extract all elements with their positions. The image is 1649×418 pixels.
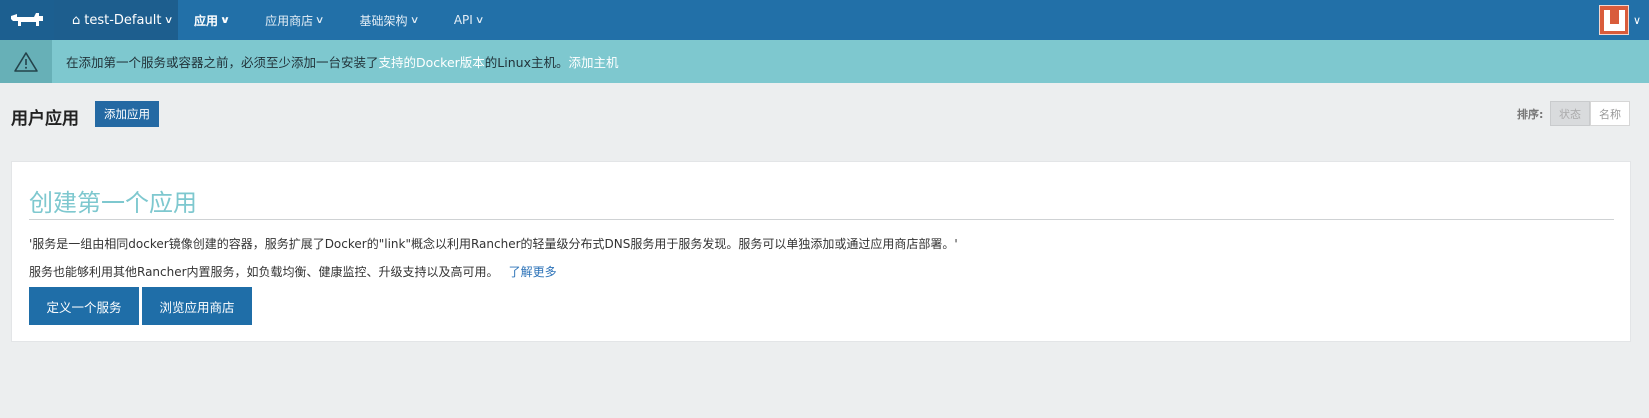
nav-item-apps[interactable]: 应用 ∨ [178, 0, 249, 40]
description-text: '服务是一组由相同docker镜像创建的容器，服务扩展了Docker的"link… [29, 237, 958, 251]
card-title: 创建第一个应用 [29, 189, 197, 217]
alert-text: 在添加第一个服务或容器之前，必须至少添加一台安装了 [66, 55, 379, 70]
sort-toggle: 状态 名称 [1550, 101, 1630, 126]
sort-by-state-button[interactable]: 状态 [1550, 101, 1590, 126]
chevron-down-icon: ∨ [474, 14, 485, 26]
divider [29, 219, 1614, 220]
add-host-link[interactable]: 添加主机 [568, 55, 618, 70]
define-service-button[interactable]: 定义一个服务 [29, 287, 139, 325]
chevron-down-icon: ∨ [1632, 13, 1641, 27]
empty-state-card: 创建第一个应用 '服务是一组由相同docker镜像创建的容器，服务扩展了Dock… [11, 161, 1631, 342]
nav-item-label: 应用商店 [265, 13, 314, 28]
avatar[interactable] [1598, 5, 1629, 35]
nav-item-infrastructure[interactable]: 基础架构 ∨ [343, 0, 437, 40]
environment-selector[interactable]: ⌂ test-Default ∨ [54, 0, 178, 40]
rancher-logo[interactable] [0, 0, 54, 40]
nav-item-label: 基础架构 [359, 13, 408, 28]
sort-label: 排序: [1517, 108, 1544, 121]
main-menu: 应用 ∨ 应用商店 ∨ 基础架构 ∨ API ∨ [178, 0, 503, 40]
home-icon: ⌂ [72, 12, 81, 28]
nav-item-label: 应用 [194, 13, 219, 28]
description-text-2: 服务也能够利用其他Rancher内置服务，如负载均衡、健康监控、升级支持以及高可… [29, 263, 557, 280]
top-navbar: ⌂ test-Default ∨ 应用 ∨ 应用商店 ∨ 基础架构 ∨ API … [0, 0, 1649, 40]
nav-item-label: API [453, 13, 473, 27]
user-menu[interactable]: ∨ [1598, 0, 1649, 40]
nav-item-api[interactable]: API ∨ [438, 0, 503, 40]
nav-item-catalog[interactable]: 应用商店 ∨ [249, 0, 343, 40]
supported-docker-link[interactable]: 支持的Docker版本 [379, 55, 485, 70]
alert-text: 的Linux主机。 [484, 55, 569, 70]
host-warning-banner: 在添加第一个服务或容器之前，必须至少添加一台安装了支持的Docker版本的Lin… [0, 40, 1649, 83]
alert-message: 在添加第一个服务或容器之前，必须至少添加一台安装了支持的Docker版本的Lin… [52, 52, 619, 71]
page-title: 用户应用 [11, 109, 79, 129]
learn-more-link[interactable]: 了解更多 [509, 265, 557, 279]
chevron-down-icon: ∨ [315, 14, 325, 26]
action-buttons: 定义一个服务 浏览应用商店 [29, 287, 252, 325]
description-text-body: 服务也能够利用其他Rancher内置服务，如负载均衡、健康监控、升级支持以及高可… [29, 265, 499, 279]
rancher-cow-icon [11, 13, 43, 26]
browse-catalog-button[interactable]: 浏览应用商店 [142, 287, 252, 325]
add-app-button[interactable]: 添加应用 [95, 101, 159, 127]
chevron-down-icon: ∨ [219, 14, 231, 26]
environment-name: test-Default [84, 12, 162, 28]
chevron-down-icon: ∨ [164, 14, 174, 26]
warning-icon [0, 40, 52, 83]
sort-by-name-button[interactable]: 名称 [1590, 101, 1630, 126]
chevron-down-icon: ∨ [409, 14, 419, 26]
